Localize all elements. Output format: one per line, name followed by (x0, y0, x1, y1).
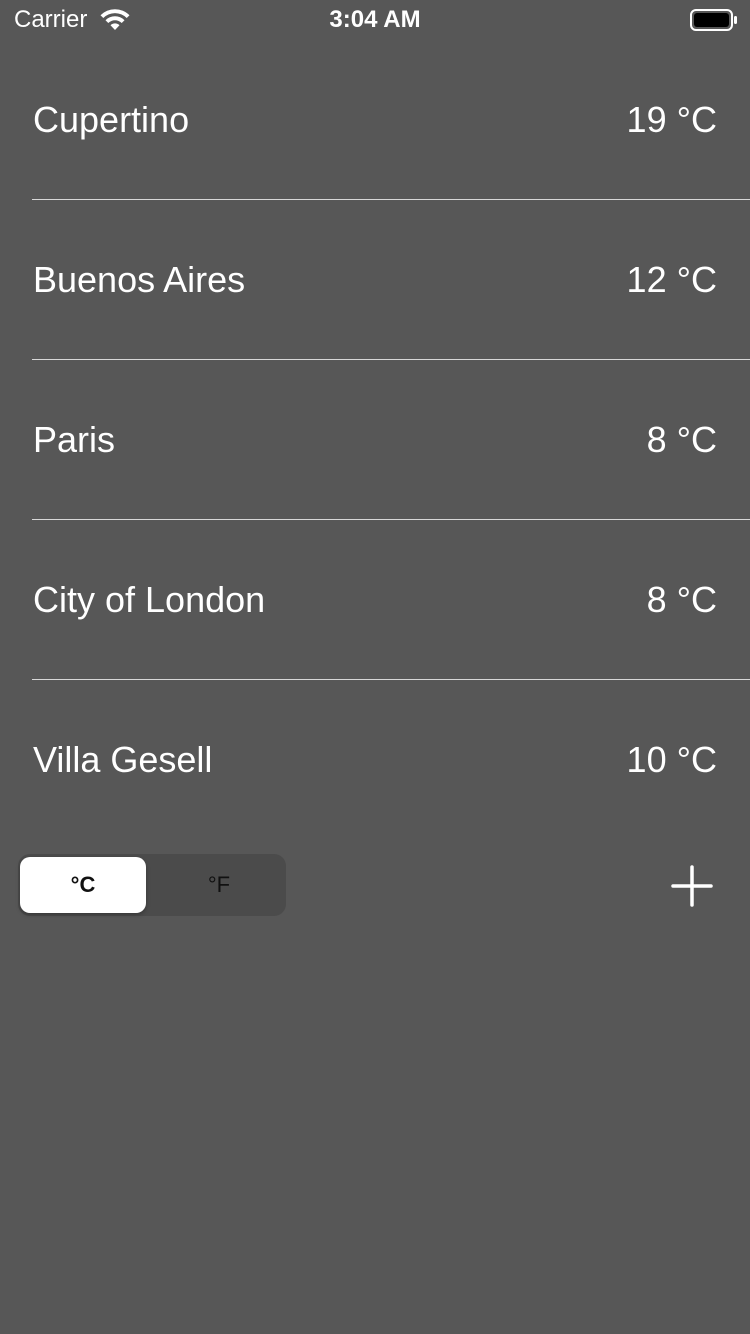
plus-icon[interactable] (666, 860, 718, 912)
status-bar: Carrier 3:04 AM (0, 0, 750, 40)
unit-segmented-control: °C °F (18, 854, 286, 916)
city-row[interactable]: Buenos Aires 12 °C (0, 200, 750, 360)
city-temperature: 8 °C (646, 419, 717, 460)
city-row[interactable]: City of London 8 °C (0, 520, 750, 680)
city-name: Buenos Aires (33, 259, 246, 300)
status-time: 3:04 AM (329, 6, 421, 33)
city-row[interactable]: Villa Gesell 10 °C (0, 680, 750, 840)
city-list: Cupertino 19 °C Buenos Aires 12 °C Paris… (0, 40, 750, 840)
city-temperature: 8 °C (646, 579, 717, 620)
city-name: City of London (33, 579, 266, 620)
city-row[interactable]: Paris 8 °C (0, 360, 750, 520)
city-name: Cupertino (33, 99, 190, 140)
celsius-segment[interactable]: °C (20, 857, 146, 913)
city-name: Villa Gesell (33, 739, 213, 780)
city-temperature: 12 °C (626, 259, 717, 300)
city-temperature: 10 °C (626, 739, 717, 780)
city-row[interactable]: Cupertino 19 °C (0, 40, 750, 200)
fahrenheit-segment[interactable]: °F (156, 857, 282, 913)
city-name: Paris (33, 419, 116, 460)
controls-bar: °C °F (0, 852, 750, 918)
city-temperature: 19 °C (626, 99, 717, 140)
battery-icon (690, 9, 737, 31)
